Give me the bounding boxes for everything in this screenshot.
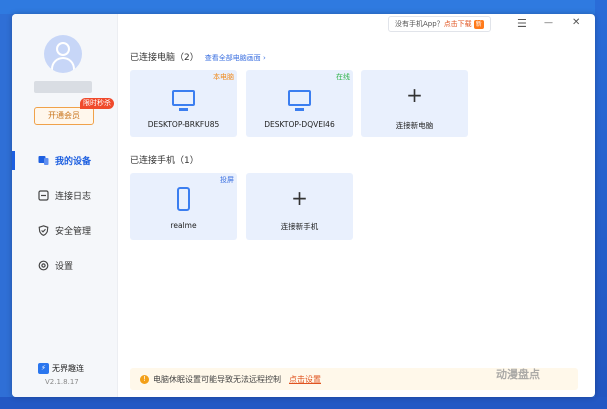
monitor-icon [288,90,311,111]
computer-name: DESKTOP-DQVEI46 [264,120,335,129]
computer-card-dqvei46[interactable]: 在线 DESKTOP-DQVEI46 [246,70,353,137]
promo-download-link[interactable]: 点击下载 [444,20,472,28]
add-computer-label: 连接新电脑 [395,121,434,130]
sidebar-item-label: 设置 [55,262,74,272]
phone-card-realme[interactable]: 投屏 realme [130,173,237,240]
screen-cast-badge: 投屏 [220,176,234,184]
desktop-background-top [0,0,607,14]
phones-title: 已连接手机（1） [130,156,199,166]
plus-icon: + [291,186,308,210]
watermark-text: 动漫盘点 [496,368,540,381]
sidebar: 开通会员 限时秒杀 我的设备 连接日志 安全管理 设置 ⚡ 无界趣连 V2.1.… [12,14,118,397]
notice-settings-link[interactable]: 点击设置 [289,374,321,385]
desktop-background-right [595,0,607,409]
sidebar-item-settings[interactable]: 设置 [12,254,118,277]
computer-card-brkfu85[interactable]: 本电脑 DESKTOP-BRKFU85 [130,70,237,137]
sidebar-item-label: 我的设备 [55,157,92,167]
promo-text: 没有手机App？ [395,20,444,28]
this-computer-badge: 本电脑 [213,73,234,81]
sidebar-nav: 我的设备 连接日志 安全管理 设置 [12,149,118,289]
add-phone-card[interactable]: + 连接新手机 [246,173,353,240]
brand-logo-icon: ⚡ [38,363,49,374]
view-all-screens-link[interactable]: 查看全部电脑画面 › [205,54,266,62]
menu-icon[interactable]: ☰ [517,17,527,30]
vip-button[interactable]: 开通会员 [34,107,94,125]
devices-icon [38,155,49,166]
sidebar-item-label: 安全管理 [55,227,92,237]
sidebar-item-security[interactable]: 安全管理 [12,219,118,242]
sidebar-item-connection-log[interactable]: 连接日志 [12,184,118,207]
plus-icon: + [406,83,423,107]
warning-icon: ! [140,374,149,384]
add-phone-label: 连接新手机 [280,222,319,231]
close-icon[interactable]: ✕ [572,17,580,28]
avatar-head-icon [56,42,70,56]
log-icon [38,190,49,201]
app-window: 开通会员 限时秒杀 我的设备 连接日志 安全管理 设置 ⚡ 无界趣连 V2.1.… [12,14,595,397]
gear-icon [38,260,49,271]
phones-section-title: 已连接手机（1） [130,153,199,166]
shield-icon [38,225,49,236]
desktop-background-bottom [0,397,607,409]
avatar[interactable] [44,35,82,73]
computer-name: DESKTOP-BRKFU85 [147,120,220,129]
app-download-promo[interactable]: 没有手机App？点击下载新 [388,16,491,32]
minimize-icon[interactable]: — [544,18,553,28]
sidebar-item-my-devices[interactable]: 我的设备 [12,149,118,172]
computers-section-title: 已连接电脑（2） 查看全部电脑画面 › [130,50,266,63]
phone-name: realme [170,221,197,230]
vip-badge: 限时秒杀 [80,98,114,109]
computers-title: 已连接电脑（2） [130,53,199,63]
phone-icon [177,187,190,211]
sidebar-item-label: 连接日志 [55,192,92,202]
online-badge: 在线 [336,73,350,81]
avatar-body-icon [51,57,75,71]
brand-name: 无界趣连 [52,364,84,373]
notice-text: 电脑休眠设置可能导致无法远程控制 [153,374,281,384]
brand: ⚡ 无界趣连 [38,363,84,374]
add-computer-card[interactable]: + 连接新电脑 [361,70,468,137]
version-label: V2.1.8.17 [45,378,79,386]
monitor-icon [172,90,195,111]
promo-new-badge: 新 [473,20,484,29]
username-placeholder [34,81,92,93]
